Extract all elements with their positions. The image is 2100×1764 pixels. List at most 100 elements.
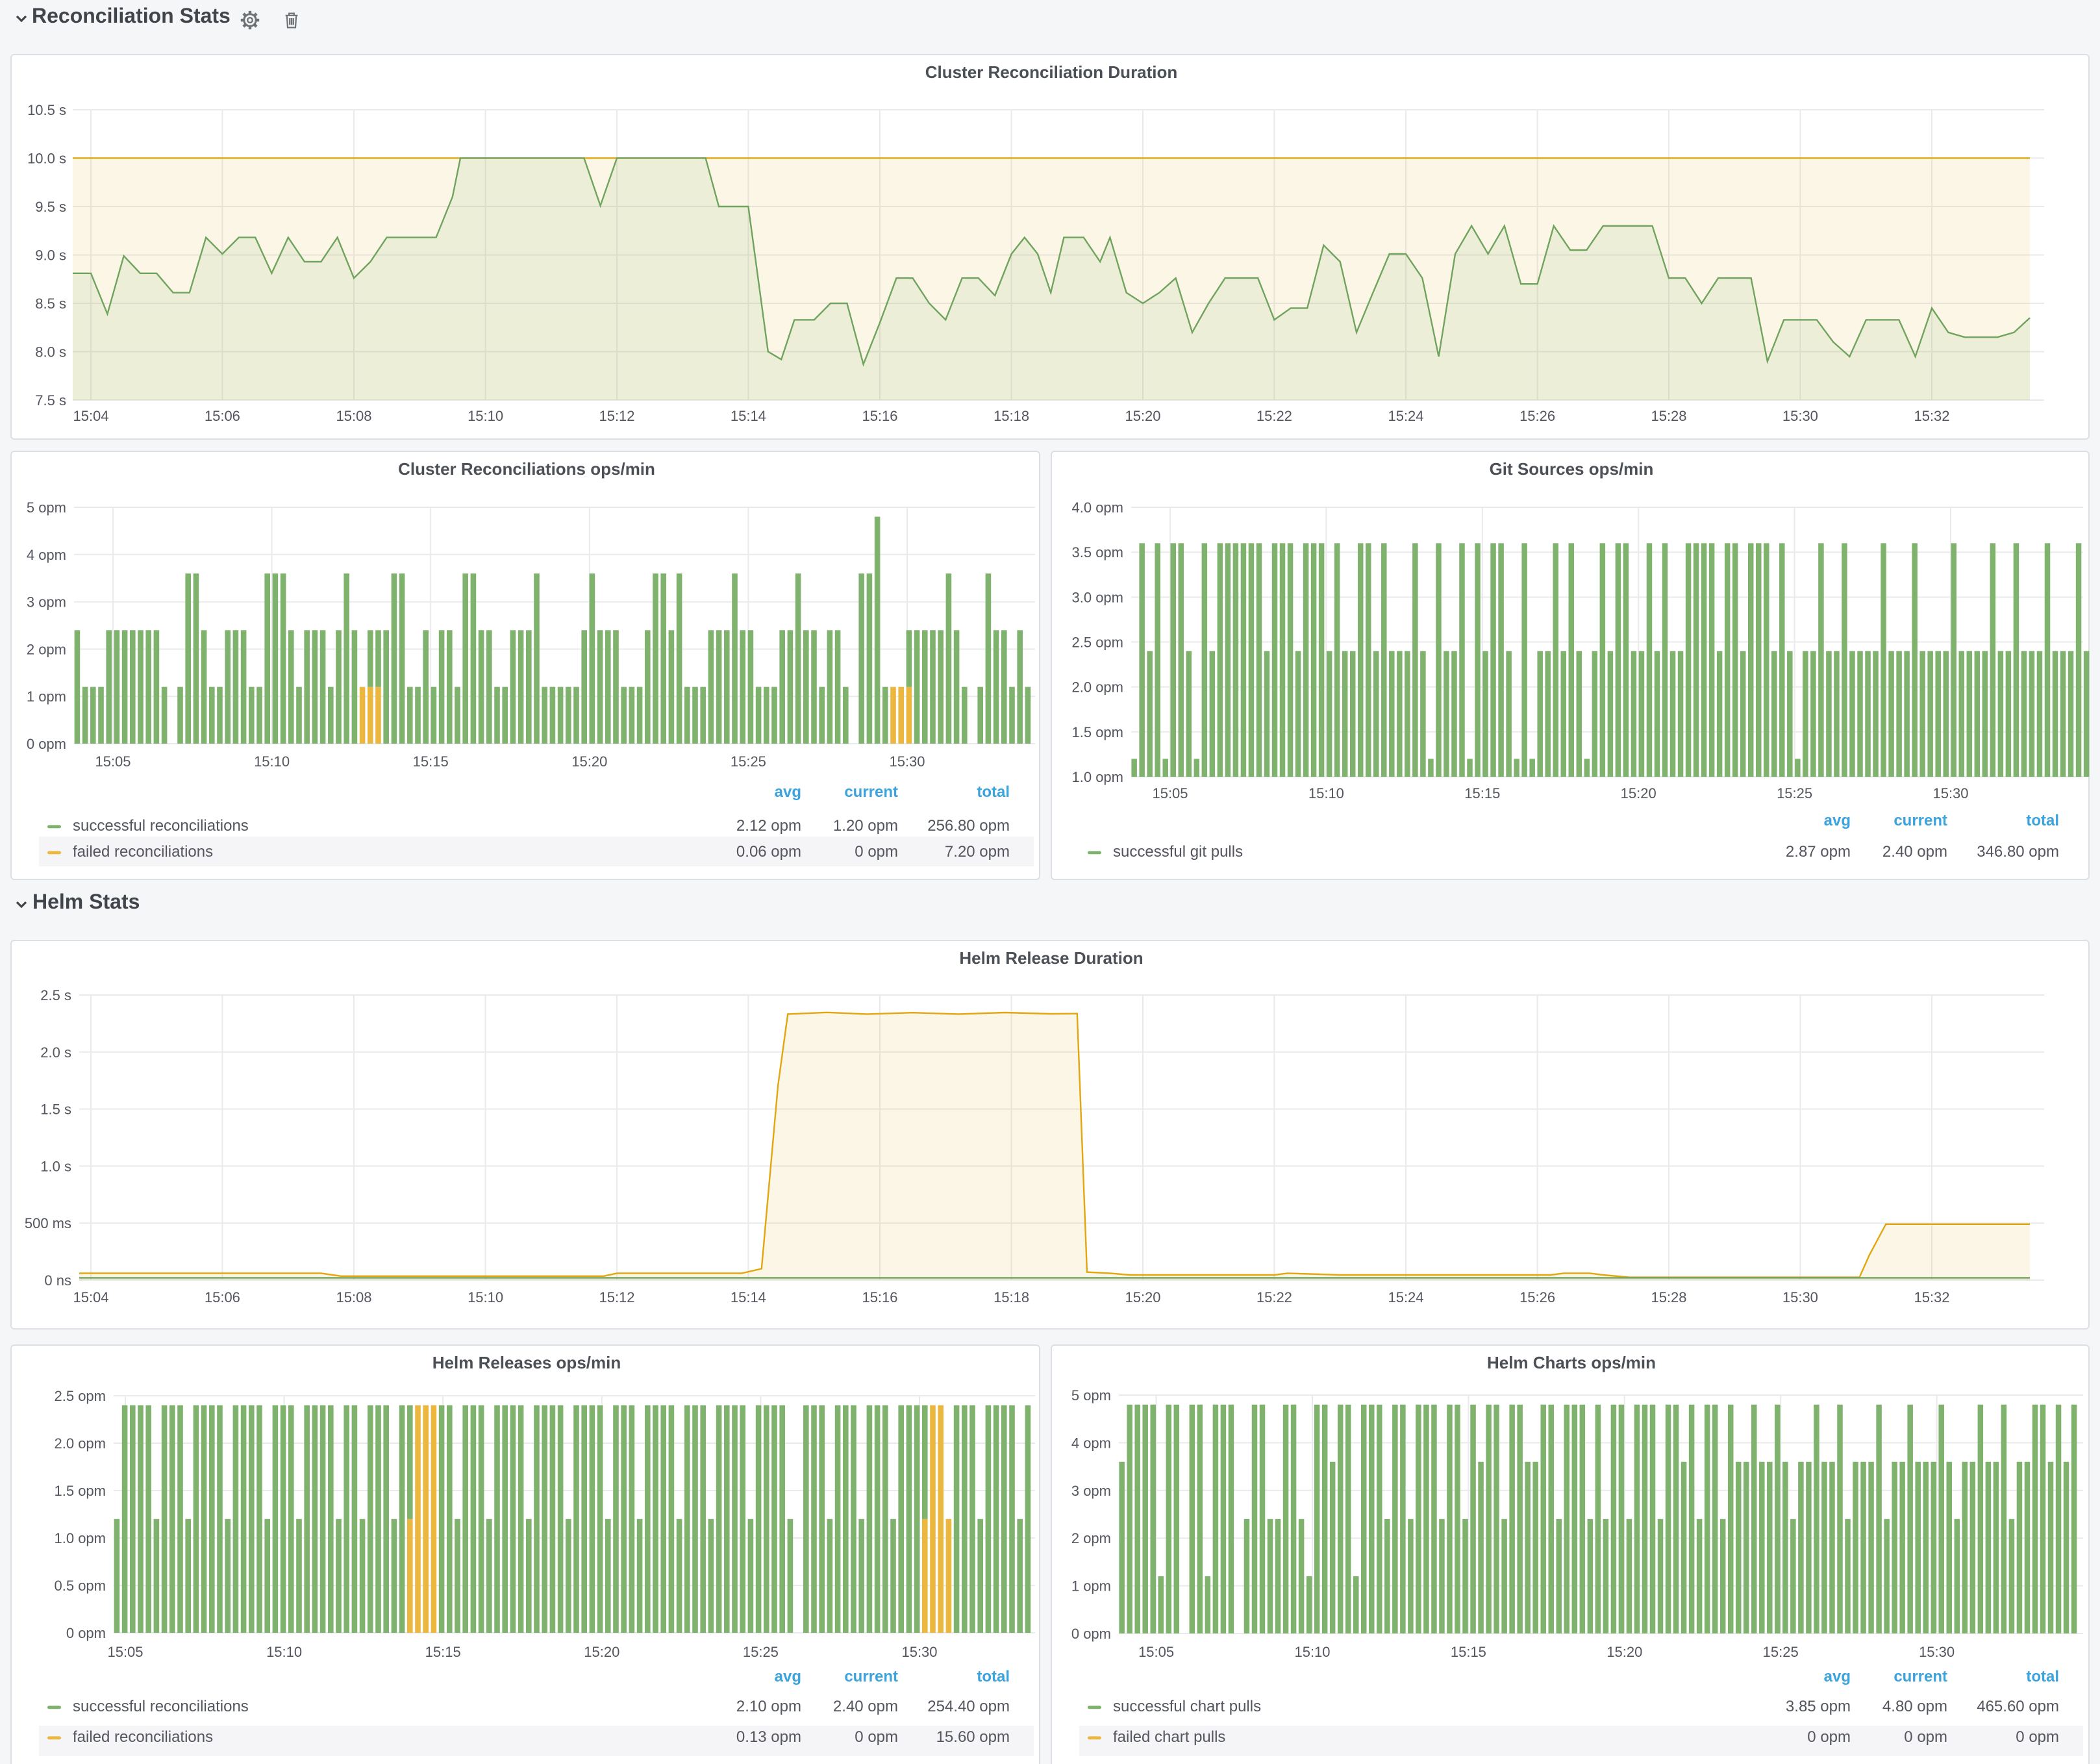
svg-text:15:20: 15:20 (571, 753, 607, 770)
svg-text:465.60 opm: 465.60 opm (1977, 1698, 2059, 1715)
svg-text:15:26: 15:26 (1519, 408, 1555, 424)
svg-text:0 opm: 0 opm (1904, 1728, 1947, 1746)
svg-text:15:25: 15:25 (1777, 785, 1812, 801)
svg-text:15:05: 15:05 (95, 753, 131, 770)
svg-text:15:30: 15:30 (1782, 408, 1818, 424)
svg-text:Cluster Reconciliations ops/mi: Cluster Reconciliations ops/min (398, 459, 655, 479)
svg-text:500 ms: 500 ms (25, 1215, 71, 1231)
svg-text:7.5 s: 7.5 s (35, 392, 66, 409)
svg-text:total: total (977, 1668, 1010, 1685)
svg-text:15:10: 15:10 (468, 408, 503, 424)
svg-text:0.5 opm: 0.5 opm (55, 1578, 106, 1594)
svg-text:current: current (844, 783, 898, 801)
svg-text:1.0 opm: 1.0 opm (1072, 769, 1124, 785)
svg-text:1.0 opm: 1.0 opm (55, 1530, 106, 1546)
svg-text:254.40 opm: 254.40 opm (927, 1698, 1010, 1715)
svg-text:1 opm: 1 opm (1071, 1578, 1111, 1594)
svg-text:0 opm: 0 opm (27, 736, 66, 752)
svg-text:0.06 opm: 0.06 opm (736, 843, 801, 861)
svg-text:15:30: 15:30 (901, 1644, 937, 1660)
svg-text:2 opm: 2 opm (27, 641, 66, 657)
svg-text:4 opm: 4 opm (27, 547, 66, 563)
svg-text:15:16: 15:16 (862, 408, 897, 424)
svg-text:Helm Releases ops/min: Helm Releases ops/min (432, 1353, 621, 1372)
svg-text:15:10: 15:10 (1308, 785, 1344, 801)
svg-text:0 opm: 0 opm (1071, 1626, 1111, 1642)
svg-text:2.0 opm: 2.0 opm (55, 1435, 106, 1452)
svg-text:15:30: 15:30 (1932, 785, 1968, 801)
svg-text:failed reconciliations: failed reconciliations (73, 843, 213, 861)
svg-text:5 opm: 5 opm (27, 499, 66, 516)
svg-text:1.0 s: 1.0 s (40, 1158, 71, 1174)
svg-text:15:12: 15:12 (599, 408, 634, 424)
svg-text:failed chart pulls: failed chart pulls (1113, 1728, 1225, 1746)
svg-text:Helm Charts ops/min: Helm Charts ops/min (1487, 1353, 1656, 1372)
svg-text:15:24: 15:24 (1388, 408, 1423, 424)
svg-text:avg: avg (775, 1668, 801, 1685)
svg-text:total: total (977, 783, 1010, 801)
svg-text:15:30: 15:30 (1919, 1644, 1955, 1660)
svg-text:2.12 opm: 2.12 opm (736, 817, 801, 835)
svg-text:2.5 opm: 2.5 opm (1072, 634, 1124, 650)
svg-text:15:05: 15:05 (1138, 1644, 1174, 1660)
svg-text:2.40 opm: 2.40 opm (833, 1698, 898, 1715)
svg-text:2.0 s: 2.0 s (40, 1044, 71, 1061)
svg-text:2.87 opm: 2.87 opm (1786, 843, 1851, 861)
svg-text:15:04: 15:04 (73, 408, 108, 424)
svg-text:1.5 opm: 1.5 opm (55, 1483, 106, 1499)
svg-text:0.13 opm: 0.13 opm (736, 1728, 801, 1746)
svg-text:2 opm: 2 opm (1071, 1530, 1111, 1546)
svg-text:10.0 s: 10.0 s (27, 150, 66, 166)
svg-text:0 ns: 0 ns (44, 1272, 71, 1289)
svg-text:avg: avg (1824, 812, 1851, 829)
svg-text:Cluster Reconciliation Duratio: Cluster Reconciliation Duration (925, 62, 1178, 82)
svg-text:15:08: 15:08 (336, 408, 371, 424)
svg-text:15:15: 15:15 (413, 753, 449, 770)
svg-text:successful chart pulls: successful chart pulls (1113, 1698, 1261, 1715)
svg-text:15:18: 15:18 (994, 1289, 1029, 1305)
svg-text:15:15: 15:15 (1464, 785, 1500, 801)
svg-text:8.0 s: 8.0 s (35, 344, 66, 360)
svg-text:0 opm: 0 opm (855, 843, 898, 861)
svg-text:15:28: 15:28 (1651, 1289, 1686, 1305)
svg-text:3.5 opm: 3.5 opm (1072, 544, 1124, 561)
svg-text:10.5 s: 10.5 s (27, 102, 66, 118)
svg-text:346.80 opm: 346.80 opm (1977, 843, 2059, 861)
svg-text:15:05: 15:05 (107, 1644, 143, 1660)
svg-text:2.5 s: 2.5 s (40, 987, 71, 1003)
svg-text:9.5 s: 9.5 s (35, 199, 66, 215)
svg-text:4.0 opm: 4.0 opm (1072, 499, 1124, 516)
svg-text:0 opm: 0 opm (855, 1728, 898, 1746)
svg-text:3 opm: 3 opm (27, 594, 66, 611)
svg-text:15:30: 15:30 (889, 753, 925, 770)
svg-text:4 opm: 4 opm (1071, 1435, 1111, 1451)
svg-text:15:10: 15:10 (266, 1644, 302, 1660)
svg-text:15:25: 15:25 (1763, 1644, 1799, 1660)
svg-text:15:30: 15:30 (1782, 1289, 1818, 1305)
svg-text:current: current (1894, 812, 1947, 829)
svg-text:15:10: 15:10 (254, 753, 290, 770)
svg-text:2.40 opm: 2.40 opm (1882, 843, 1947, 861)
svg-text:15:20: 15:20 (1125, 1289, 1160, 1305)
svg-text:15:28: 15:28 (1651, 408, 1686, 424)
svg-text:7.20 opm: 7.20 opm (945, 843, 1010, 861)
svg-text:15:32: 15:32 (1914, 1289, 1949, 1305)
svg-text:1.5 s: 1.5 s (40, 1102, 71, 1118)
svg-text:15:08: 15:08 (336, 1289, 371, 1305)
svg-text:15:15: 15:15 (1451, 1644, 1486, 1660)
svg-text:15:06: 15:06 (205, 408, 240, 424)
svg-text:15:15: 15:15 (425, 1644, 461, 1660)
svg-text:current: current (844, 1668, 898, 1685)
svg-text:successful git pulls: successful git pulls (1113, 843, 1243, 861)
svg-text:15:32: 15:32 (1914, 408, 1949, 424)
svg-text:1 opm: 1 opm (27, 688, 66, 705)
svg-text:15.60 opm: 15.60 opm (936, 1728, 1010, 1746)
svg-text:15:12: 15:12 (599, 1289, 634, 1305)
svg-text:15:25: 15:25 (743, 1644, 779, 1660)
svg-text:failed reconciliations: failed reconciliations (73, 1728, 213, 1746)
svg-text:2.10 opm: 2.10 opm (736, 1698, 801, 1715)
svg-text:successful reconciliations: successful reconciliations (73, 817, 249, 835)
svg-text:15:22: 15:22 (1256, 1289, 1292, 1305)
svg-text:0 opm: 0 opm (66, 1625, 106, 1641)
svg-text:4.80 opm: 4.80 opm (1882, 1698, 1947, 1715)
